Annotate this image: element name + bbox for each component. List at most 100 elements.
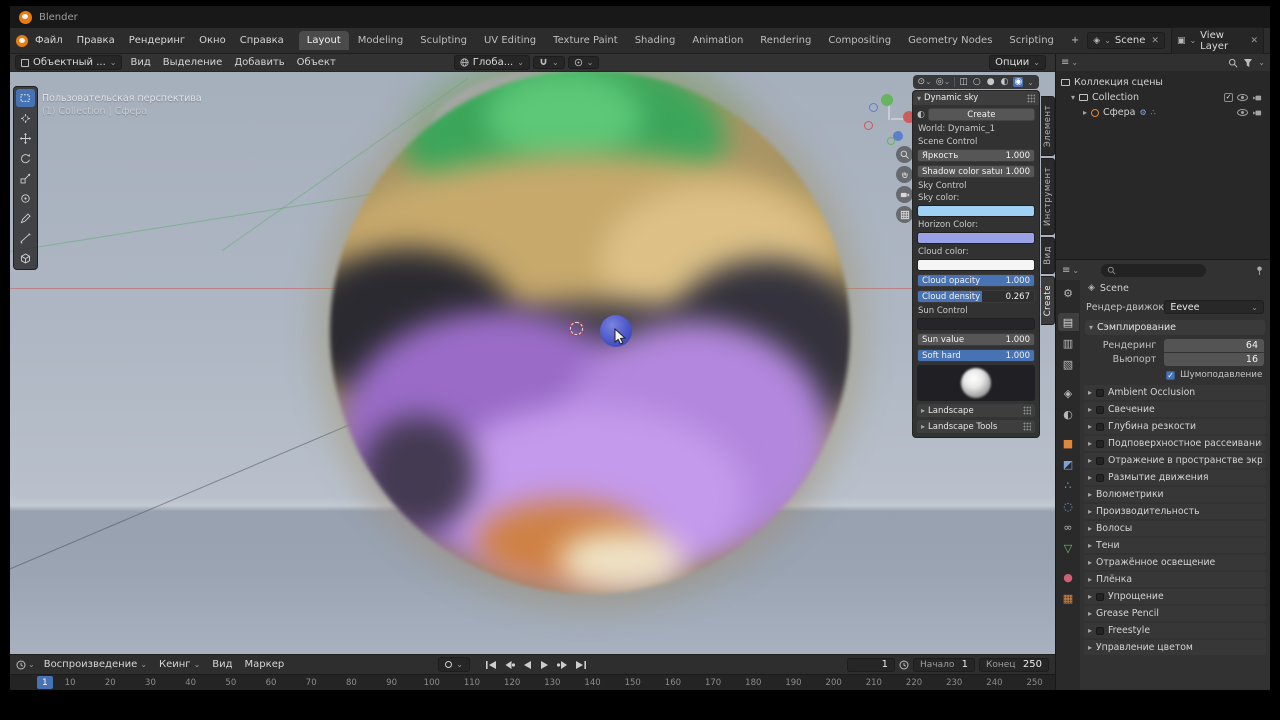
properties-section[interactable]: ▸ Тени: [1084, 538, 1266, 553]
rendered-shading-button[interactable]: ◉: [1013, 77, 1024, 87]
axis-z-neg-ball[interactable]: [869, 103, 878, 112]
sun-value-slider[interactable]: Sun value 1.000: [917, 333, 1035, 346]
filter-icon[interactable]: [1243, 58, 1253, 68]
workspace-tab[interactable]: Scripting: [1001, 31, 1061, 50]
texture-properties-tab[interactable]: ▦: [1058, 589, 1079, 607]
add-cube-tool[interactable]: [16, 249, 35, 267]
outliner-row-scene-collection[interactable]: Коллекция сцены: [1056, 75, 1270, 90]
transform-tool[interactable]: [16, 189, 35, 207]
workspace-tab[interactable]: Compositing: [820, 31, 899, 50]
section-checkbox[interactable]: [1096, 388, 1105, 397]
object-properties-tab[interactable]: ■: [1058, 434, 1079, 452]
unlink-icon[interactable]: ✕: [1151, 36, 1159, 46]
material-preview-button[interactable]: ◐: [1000, 77, 1010, 87]
soft-hard-slider[interactable]: Soft hard 1.000: [917, 349, 1035, 362]
timeline-menu-item[interactable]: Воспроизведение ⌄: [38, 657, 153, 672]
sampling-viewport-field[interactable]: 16: [1164, 353, 1264, 366]
workspace-tab[interactable]: Animation: [684, 31, 751, 50]
expand-arrow-icon[interactable]: ▸: [1083, 108, 1087, 117]
section-checkbox[interactable]: [1096, 456, 1105, 465]
fuzzy-particle-sphere[interactable]: [322, 72, 858, 602]
material-properties-tab[interactable]: ●: [1058, 568, 1079, 586]
navigation-gizmo[interactable]: [863, 94, 915, 146]
play-reverse-button[interactable]: [519, 657, 536, 672]
properties-section[interactable]: ▸ Управление цветом: [1084, 640, 1266, 655]
view-layer-selector[interactable]: ▣ ⌄ View Layer ✕: [1170, 26, 1264, 55]
constraints-properties-tab[interactable]: ∞: [1058, 518, 1079, 536]
sidebar-tab[interactable]: Вид: [1041, 237, 1055, 275]
viewport-menu-item[interactable]: Вид: [124, 55, 156, 70]
playback-sync-icon[interactable]: [899, 660, 909, 670]
viewport-menu-item[interactable]: Выделение: [157, 55, 229, 70]
outliner-row-sphere[interactable]: ▸ Сфера ⚙ ∴: [1056, 105, 1270, 120]
properties-section[interactable]: ▸ Глубина резкости: [1084, 419, 1266, 434]
section-checkbox[interactable]: [1096, 626, 1105, 635]
section-checkbox[interactable]: [1096, 422, 1105, 431]
sidebar-tab[interactable]: Инструмент: [1041, 158, 1055, 236]
modifiers-properties-tab[interactable]: ◩: [1058, 455, 1079, 473]
move-tool[interactable]: [16, 129, 35, 147]
cloud-color-swatch[interactable]: [917, 259, 1035, 271]
blender-menu-icon[interactable]: [16, 34, 28, 47]
properties-section[interactable]: ▸ Размытие движения: [1084, 470, 1266, 485]
jump-to-end-button[interactable]: [573, 657, 590, 672]
timeline-menu-item[interactable]: Маркер ⌄: [239, 657, 291, 672]
properties-section[interactable]: ▸ Производительность: [1084, 504, 1266, 519]
menu-item[interactable]: Правка: [70, 32, 122, 49]
section-checkbox[interactable]: [1096, 439, 1105, 448]
scene-properties-tab[interactable]: ◈: [1058, 384, 1079, 402]
camera-visibility-icon[interactable]: [1252, 94, 1263, 102]
jump-to-start-button[interactable]: [483, 657, 500, 672]
render-engine-dropdown[interactable]: Eevee ⌄: [1164, 300, 1264, 314]
transform-orientation-dropdown[interactable]: Глоба... ⌄: [453, 55, 530, 70]
shadow-saturation-slider[interactable]: Shadow color saturatio 1.000: [917, 165, 1035, 178]
workspace-tab[interactable]: Modeling: [350, 31, 412, 50]
workspace-tab[interactable]: Rendering: [752, 31, 819, 50]
timeline-menu-item[interactable]: Вид ⌄: [206, 657, 238, 672]
sun-color-swatch[interactable]: [917, 318, 1035, 330]
properties-section[interactable]: ▸ Плёнка: [1084, 572, 1266, 587]
collapsed-panel[interactable]: ▸ Landscape: [917, 404, 1035, 417]
cloud-opacity-slider[interactable]: Cloud opacity 1.000: [917, 274, 1035, 287]
current-frame-field[interactable]: 1: [847, 657, 895, 672]
camera-visibility-icon[interactable]: [1252, 109, 1263, 117]
cloud-density-slider[interactable]: Cloud density 0.267: [917, 290, 1035, 303]
toggle-ortho-button[interactable]: [896, 206, 913, 223]
output-properties-tab[interactable]: ▥: [1058, 334, 1079, 352]
play-button[interactable]: [537, 657, 554, 672]
previous-keyframe-button[interactable]: [501, 657, 518, 672]
workspace-tab[interactable]: Shading: [627, 31, 684, 50]
properties-section[interactable]: ▸ Свечение: [1084, 402, 1266, 417]
denoise-checkbox[interactable]: ✓: [1166, 370, 1176, 380]
start-frame-field[interactable]: Начало 1: [913, 657, 975, 672]
measure-tool[interactable]: [16, 229, 35, 247]
eye-icon[interactable]: [1237, 94, 1248, 101]
tool-properties-tab[interactable]: ⚙: [1058, 284, 1079, 302]
drag-dots-icon[interactable]: [1023, 406, 1031, 415]
properties-section[interactable]: ▸ Freestyle: [1084, 623, 1266, 638]
menu-item[interactable]: Окно: [192, 32, 233, 49]
properties-section[interactable]: ▸ Волюметрики: [1084, 487, 1266, 502]
workspace-tab[interactable]: Geometry Nodes: [900, 31, 1000, 50]
section-checkbox[interactable]: [1096, 473, 1105, 482]
brightness-slider[interactable]: Яркость 1.000: [917, 149, 1035, 162]
create-button[interactable]: Create: [927, 108, 1035, 121]
viewport-menu-item[interactable]: Объект: [291, 55, 342, 70]
options-dropdown[interactable]: Опции ⌄: [989, 55, 1046, 70]
properties-section[interactable]: ▸ Упрощение: [1084, 589, 1266, 604]
view-layer-properties-tab[interactable]: ▧: [1058, 355, 1079, 373]
unlink-icon[interactable]: ✕: [1250, 36, 1258, 46]
workspace-tab[interactable]: +: [1063, 31, 1087, 50]
wireframe-shading-button[interactable]: ○: [972, 77, 982, 87]
pin-icon[interactable]: [1255, 265, 1264, 276]
scale-tool[interactable]: [16, 169, 35, 187]
overlays-dropdown[interactable]: ◎⌄: [936, 77, 951, 87]
workspace-tab[interactable]: Sculpting: [412, 31, 475, 50]
menu-item[interactable]: Файл: [28, 32, 70, 49]
properties-section[interactable]: ▸ Ambient Occlusion: [1084, 385, 1266, 400]
properties-section[interactable]: ▸ Grease Pencil: [1084, 606, 1266, 621]
drag-dots-icon[interactable]: [1027, 93, 1035, 103]
object-data-properties-tab[interactable]: ▽: [1058, 539, 1079, 557]
collapse-arrow-icon[interactable]: ▾: [1071, 93, 1075, 102]
axis-y-neg-ball[interactable]: [887, 137, 895, 145]
